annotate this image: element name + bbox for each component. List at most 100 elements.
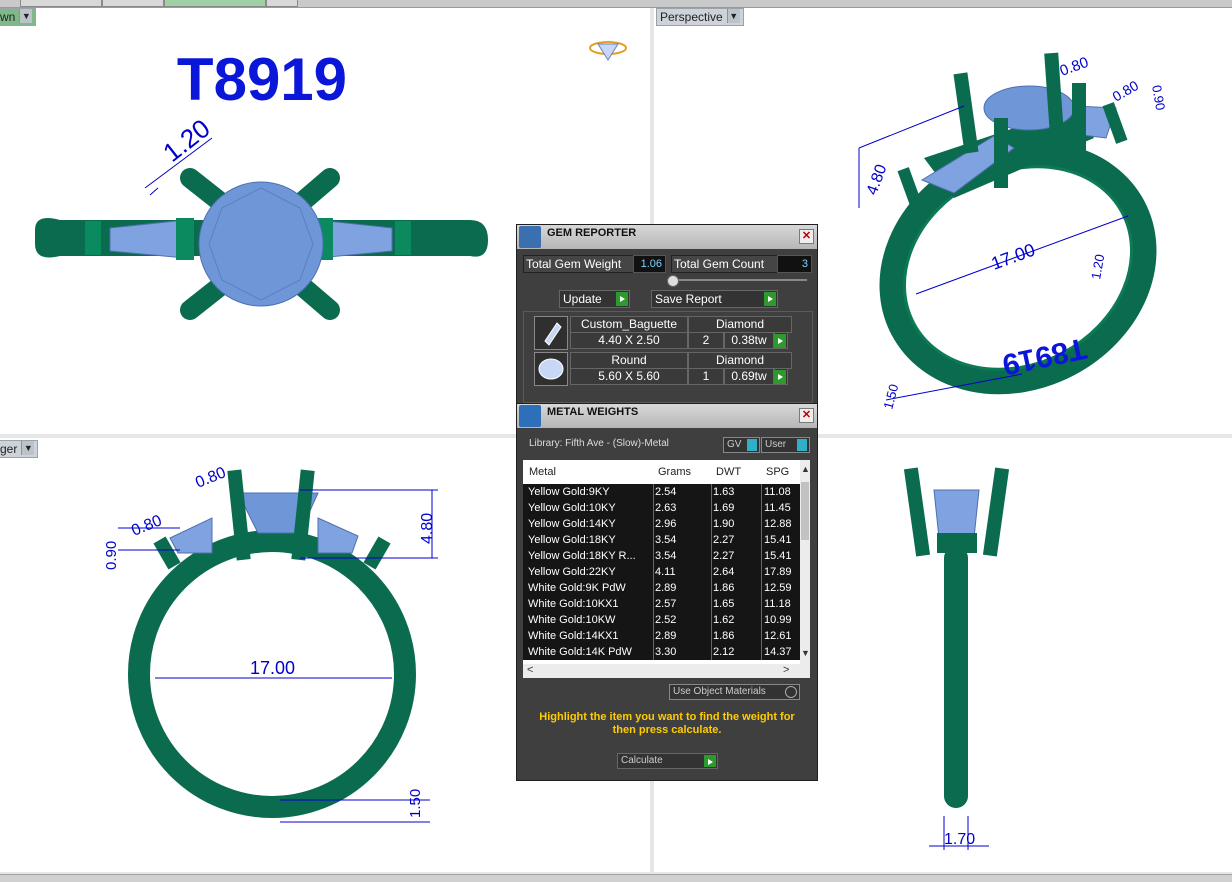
update-button[interactable]: Update xyxy=(559,290,630,308)
column-separator xyxy=(711,644,712,660)
calculate-button[interactable]: Calculate xyxy=(617,753,718,769)
table-row[interactable]: White Gold:9K PdW 2.89 1.86 12.59 xyxy=(523,580,800,596)
gem-slider[interactable] xyxy=(667,275,807,287)
cell-metal: Yellow Gold:9KY xyxy=(528,486,610,498)
table-row[interactable]: Yellow Gold:10KY 2.63 1.69 11.45 xyxy=(523,500,800,516)
column-header-dwt[interactable]: DWT xyxy=(716,466,741,478)
view-label-text: Perspective xyxy=(660,10,723,24)
table-row[interactable]: White Gold:10KW 2.52 1.62 10.99 xyxy=(523,612,800,628)
gem-row[interactable]: Custom_Baguette Diamond 4.40 X 2.50 2 0.… xyxy=(534,316,792,350)
table-row[interactable]: Yellow Gold:22KY 4.11 2.64 17.89 xyxy=(523,564,800,580)
play-arrow-icon xyxy=(764,292,776,306)
gem-size: 5.60 X 5.60 xyxy=(570,368,688,385)
document-tab[interactable] xyxy=(266,0,298,7)
column-separator xyxy=(761,564,762,580)
panel-title: GEM REPORTER xyxy=(547,227,637,239)
user-toggle[interactable]: User xyxy=(761,437,810,453)
document-tab[interactable] xyxy=(102,0,164,7)
column-separator xyxy=(761,516,762,532)
use-object-materials-toggle[interactable]: Use Object Materials xyxy=(669,684,800,700)
use-object-materials-label: Use Object Materials xyxy=(673,686,766,697)
metal-table: Metal Grams DWT SPG Yellow Gold:9KY 2.54 1… xyxy=(523,460,810,678)
cell-grams: 2.96 xyxy=(655,518,677,530)
column-header-metal[interactable]: Metal xyxy=(529,466,556,478)
cell-grams: 2.52 xyxy=(655,614,677,626)
cell-dwt: 2.27 xyxy=(713,550,735,562)
document-tab-active[interactable] xyxy=(164,0,266,7)
gem-row[interactable]: Round Diamond 5.60 X 5.60 1 0.69tw xyxy=(534,352,792,386)
table-row[interactable]: Yellow Gold:9KY 2.54 1.63 11.08 xyxy=(523,484,800,500)
column-separator xyxy=(711,564,712,580)
dimension-prong-b: 0.80 xyxy=(129,512,164,539)
save-report-button[interactable]: Save Report xyxy=(651,290,778,308)
table-row[interactable]: Yellow Gold:18KY 3.54 2.27 15.41 xyxy=(523,532,800,548)
dropdown-arrow-icon[interactable]: ▼ xyxy=(19,9,33,23)
cell-grams: 2.63 xyxy=(655,502,677,514)
gem-select-button[interactable] xyxy=(774,368,788,385)
panel-title: METAL WEIGHTS xyxy=(547,406,639,418)
view-label[interactable]: wn ▼ xyxy=(0,8,37,26)
column-header-spg[interactable]: SPG xyxy=(766,466,789,478)
cell-grams: 3.30 xyxy=(655,646,677,658)
cell-spg: 17.89 xyxy=(764,566,792,578)
table-row[interactable]: White Gold:14KX1 2.89 1.86 12.61 xyxy=(523,628,800,644)
table-row[interactable]: White Gold:10KX1 2.57 1.65 11.18 xyxy=(523,596,800,612)
play-arrow-icon xyxy=(774,370,786,384)
scroll-left-icon[interactable]: < xyxy=(527,664,533,676)
table-row[interactable]: Yellow Gold:14KY 2.96 1.90 12.88 xyxy=(523,516,800,532)
scroll-down-icon[interactable]: ▼ xyxy=(801,648,810,658)
dropdown-arrow-icon[interactable]: ▼ xyxy=(726,9,740,23)
column-separator xyxy=(761,500,762,516)
dimension-height: 4.80 xyxy=(419,513,436,544)
radio-icon xyxy=(785,686,797,698)
document-tab[interactable] xyxy=(20,0,102,7)
column-separator xyxy=(761,580,762,596)
dimension-prong-a: 0.80 xyxy=(193,464,228,491)
cell-grams: 2.89 xyxy=(655,630,677,642)
table-row[interactable]: White Gold:14K PdW 3.30 2.12 14.37 xyxy=(523,644,800,660)
cell-dwt: 2.12 xyxy=(713,646,735,658)
cell-spg: 11.45 xyxy=(764,502,791,514)
dropdown-arrow-icon[interactable]: ▼ xyxy=(21,441,35,455)
column-separator xyxy=(711,484,712,500)
column-separator xyxy=(653,628,654,644)
column-separator xyxy=(711,580,712,596)
cell-grams: 2.89 xyxy=(655,582,677,594)
slider-knob[interactable] xyxy=(667,275,679,287)
column-separator xyxy=(711,596,712,612)
column-header-grams[interactable]: Grams xyxy=(658,466,691,478)
cell-spg: 15.41 xyxy=(764,534,792,546)
cell-spg: 14.37 xyxy=(764,646,792,658)
column-separator xyxy=(711,532,712,548)
gem-cut: Custom_Baguette xyxy=(570,316,688,333)
cell-dwt: 1.86 xyxy=(713,630,735,642)
gem-reporter-titlebar[interactable]: GEM REPORTER ✕ xyxy=(517,225,817,249)
dimension-width: 1.70 xyxy=(944,831,975,848)
metal-weights-titlebar[interactable]: METAL WEIGHTS ✕ xyxy=(517,404,817,428)
view-label[interactable]: ger ▼ xyxy=(0,440,39,458)
dimension-prong-c: 0.90 xyxy=(103,541,120,570)
dimension-prong-c: 0.90 xyxy=(1149,84,1168,112)
table-row[interactable]: Yellow Gold:18KY R... 3.54 2.27 15.41 xyxy=(523,548,800,564)
scroll-up-icon[interactable]: ▲ xyxy=(801,464,810,474)
play-arrow-icon xyxy=(774,334,786,348)
column-separator xyxy=(653,644,654,660)
gv-toggle[interactable]: GV xyxy=(723,437,760,453)
cell-metal: White Gold:14KX1 xyxy=(528,630,619,642)
close-icon[interactable]: ✕ xyxy=(799,229,814,244)
vertical-scrollbar[interactable]: ▲ ▼ xyxy=(800,460,810,664)
scrollbar-thumb[interactable] xyxy=(801,482,809,540)
table-header: Metal Grams DWT SPG xyxy=(523,460,800,484)
dimension-shank-a: 1.20 xyxy=(1088,253,1107,281)
column-separator xyxy=(653,612,654,628)
close-icon[interactable]: ✕ xyxy=(799,408,814,423)
dimension-diameter: 17.00 xyxy=(989,240,1038,274)
gem-select-button[interactable] xyxy=(774,332,788,349)
cell-dwt: 2.27 xyxy=(713,534,735,546)
cell-metal: Yellow Gold:18KY R... xyxy=(528,550,636,562)
scroll-right-icon[interactable]: > xyxy=(783,664,789,676)
view-label-perspective[interactable]: Perspective ▼ xyxy=(656,8,744,26)
horizontal-scrollbar[interactable]: < > xyxy=(523,664,810,678)
column-separator xyxy=(761,596,762,612)
dimension-diameter: 17.00 xyxy=(250,658,295,678)
